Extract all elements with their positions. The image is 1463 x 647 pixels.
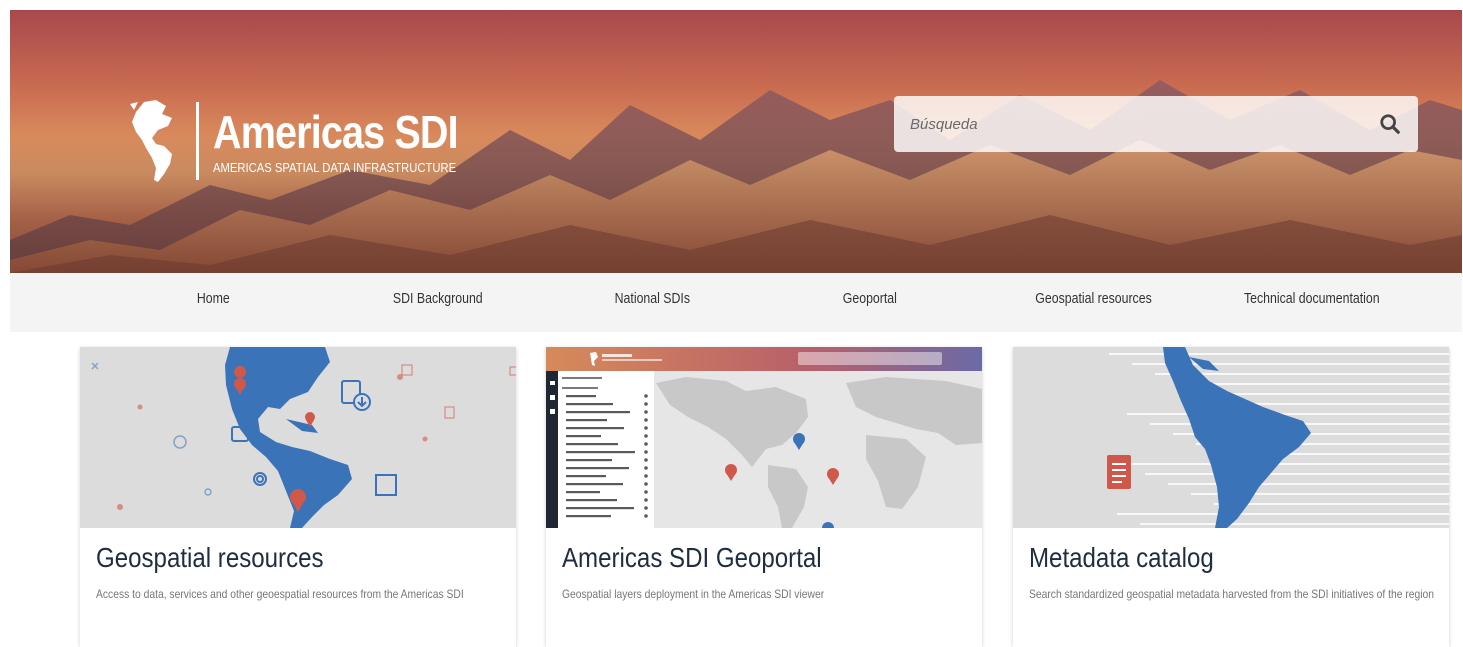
- layer-list-row: [566, 443, 618, 446]
- layer-toggle-dot: [644, 426, 648, 430]
- logo-title: Americas SDI: [213, 106, 459, 158]
- layer-toggle-dot: [644, 418, 648, 422]
- layer-toggle-dot: [644, 394, 648, 398]
- nav-geoportal[interactable]: Geoportal: [843, 291, 897, 307]
- layer-list-row: [566, 491, 600, 494]
- layer-toggle-dot: [644, 442, 648, 446]
- header-banner: Americas SDI AMERICAS SPATIAL DATA INFRA…: [10, 10, 1462, 273]
- xml-line: [1214, 503, 1449, 505]
- card-image: [546, 347, 982, 528]
- layer-toggle-dot: [644, 434, 648, 438]
- layer-toggle-dot: [644, 458, 648, 462]
- xml-line: [1168, 483, 1449, 485]
- logo-divider: [196, 102, 199, 180]
- layer-toggle-dot: [644, 482, 648, 486]
- layer-toggle-dot: [644, 498, 648, 502]
- xml-line: [1127, 413, 1449, 415]
- layer-list-row: [566, 403, 613, 406]
- search-input[interactable]: [894, 96, 1364, 152]
- card-americas-sdi-geoportal[interactable]: Americas SDI Geoportal Geospatial layers…: [546, 347, 982, 647]
- layer-toggle-dot: [644, 466, 648, 470]
- card-description: Geospatial layers deployment in the Amer…: [562, 587, 825, 601]
- layer-list-row: [566, 395, 596, 398]
- layer-toggle-dot: [644, 474, 648, 478]
- layer-toggle-dot: [644, 506, 648, 510]
- card-metadata-catalog[interactable]: Metadata catalog Search standardized geo…: [1013, 347, 1449, 647]
- nav-national-sdis[interactable]: National SDIs: [615, 291, 690, 307]
- nav-sdi-background[interactable]: SDI Background: [393, 291, 483, 307]
- search-icon: [1380, 114, 1400, 134]
- nav-technical-documentation[interactable]: Technical documentation: [1244, 291, 1380, 307]
- layer-list-row: [566, 507, 634, 510]
- card-description: Search standardized geospatial metadata …: [1029, 587, 1435, 601]
- layer-list-row: [566, 515, 611, 518]
- layer-list-row: [566, 427, 624, 430]
- layer-list-row: [566, 411, 630, 414]
- layer-list-row: [566, 499, 617, 502]
- nav-home[interactable]: Home: [197, 291, 230, 307]
- card-geospatial-resources[interactable]: Geospatial resources Access to data, ser…: [80, 347, 516, 647]
- xml-line: [1122, 463, 1449, 465]
- card-title[interactable]: Americas SDI Geoportal: [562, 542, 822, 574]
- geoportal-screenshot: [546, 347, 982, 528]
- layer-list-row: [566, 419, 607, 422]
- layer-list-row: [566, 483, 623, 486]
- card-title[interactable]: Geospatial resources: [96, 542, 324, 574]
- layer-list-row: [566, 475, 606, 478]
- xml-line: [1109, 353, 1449, 355]
- americas-map-illustration: [80, 347, 516, 528]
- card-title[interactable]: Metadata catalog: [1029, 542, 1214, 574]
- layer-toggle-dot: [644, 490, 648, 494]
- layer-list-row: [566, 435, 601, 438]
- layer-list-row: [566, 467, 629, 470]
- americas-globe-icon: [130, 100, 172, 182]
- site-logo[interactable]: Americas SDI AMERICAS SPATIAL DATA INFRA…: [122, 96, 498, 186]
- xml-line: [1178, 383, 1449, 385]
- card-description: Access to data, services and other geoes…: [96, 587, 464, 601]
- logo-subtitle: AMERICAS SPATIAL DATA INFRASTRUCTURE: [213, 161, 457, 175]
- card-image: [80, 347, 516, 528]
- search-button[interactable]: [1372, 106, 1408, 142]
- nav-geospatial-resources[interactable]: Geospatial resources: [1035, 291, 1151, 307]
- xml-line: [1145, 473, 1449, 475]
- xml-line: [1140, 523, 1449, 525]
- layer-list-row: [566, 459, 612, 462]
- xml-line: [1201, 393, 1449, 395]
- main-nav: Home SDI Background National SDIs Geopor…: [10, 273, 1462, 332]
- xml-line: [1117, 513, 1449, 515]
- layer-toggle-dot: [644, 410, 648, 414]
- layer-list-row: [566, 451, 635, 454]
- layer-toggle-dot: [644, 450, 648, 454]
- layer-toggle-dot: [644, 514, 648, 518]
- metadata-map-illustration: [1013, 347, 1449, 528]
- card-image: [1013, 347, 1449, 528]
- search-box: [894, 96, 1418, 152]
- layer-toggle-dot: [644, 402, 648, 406]
